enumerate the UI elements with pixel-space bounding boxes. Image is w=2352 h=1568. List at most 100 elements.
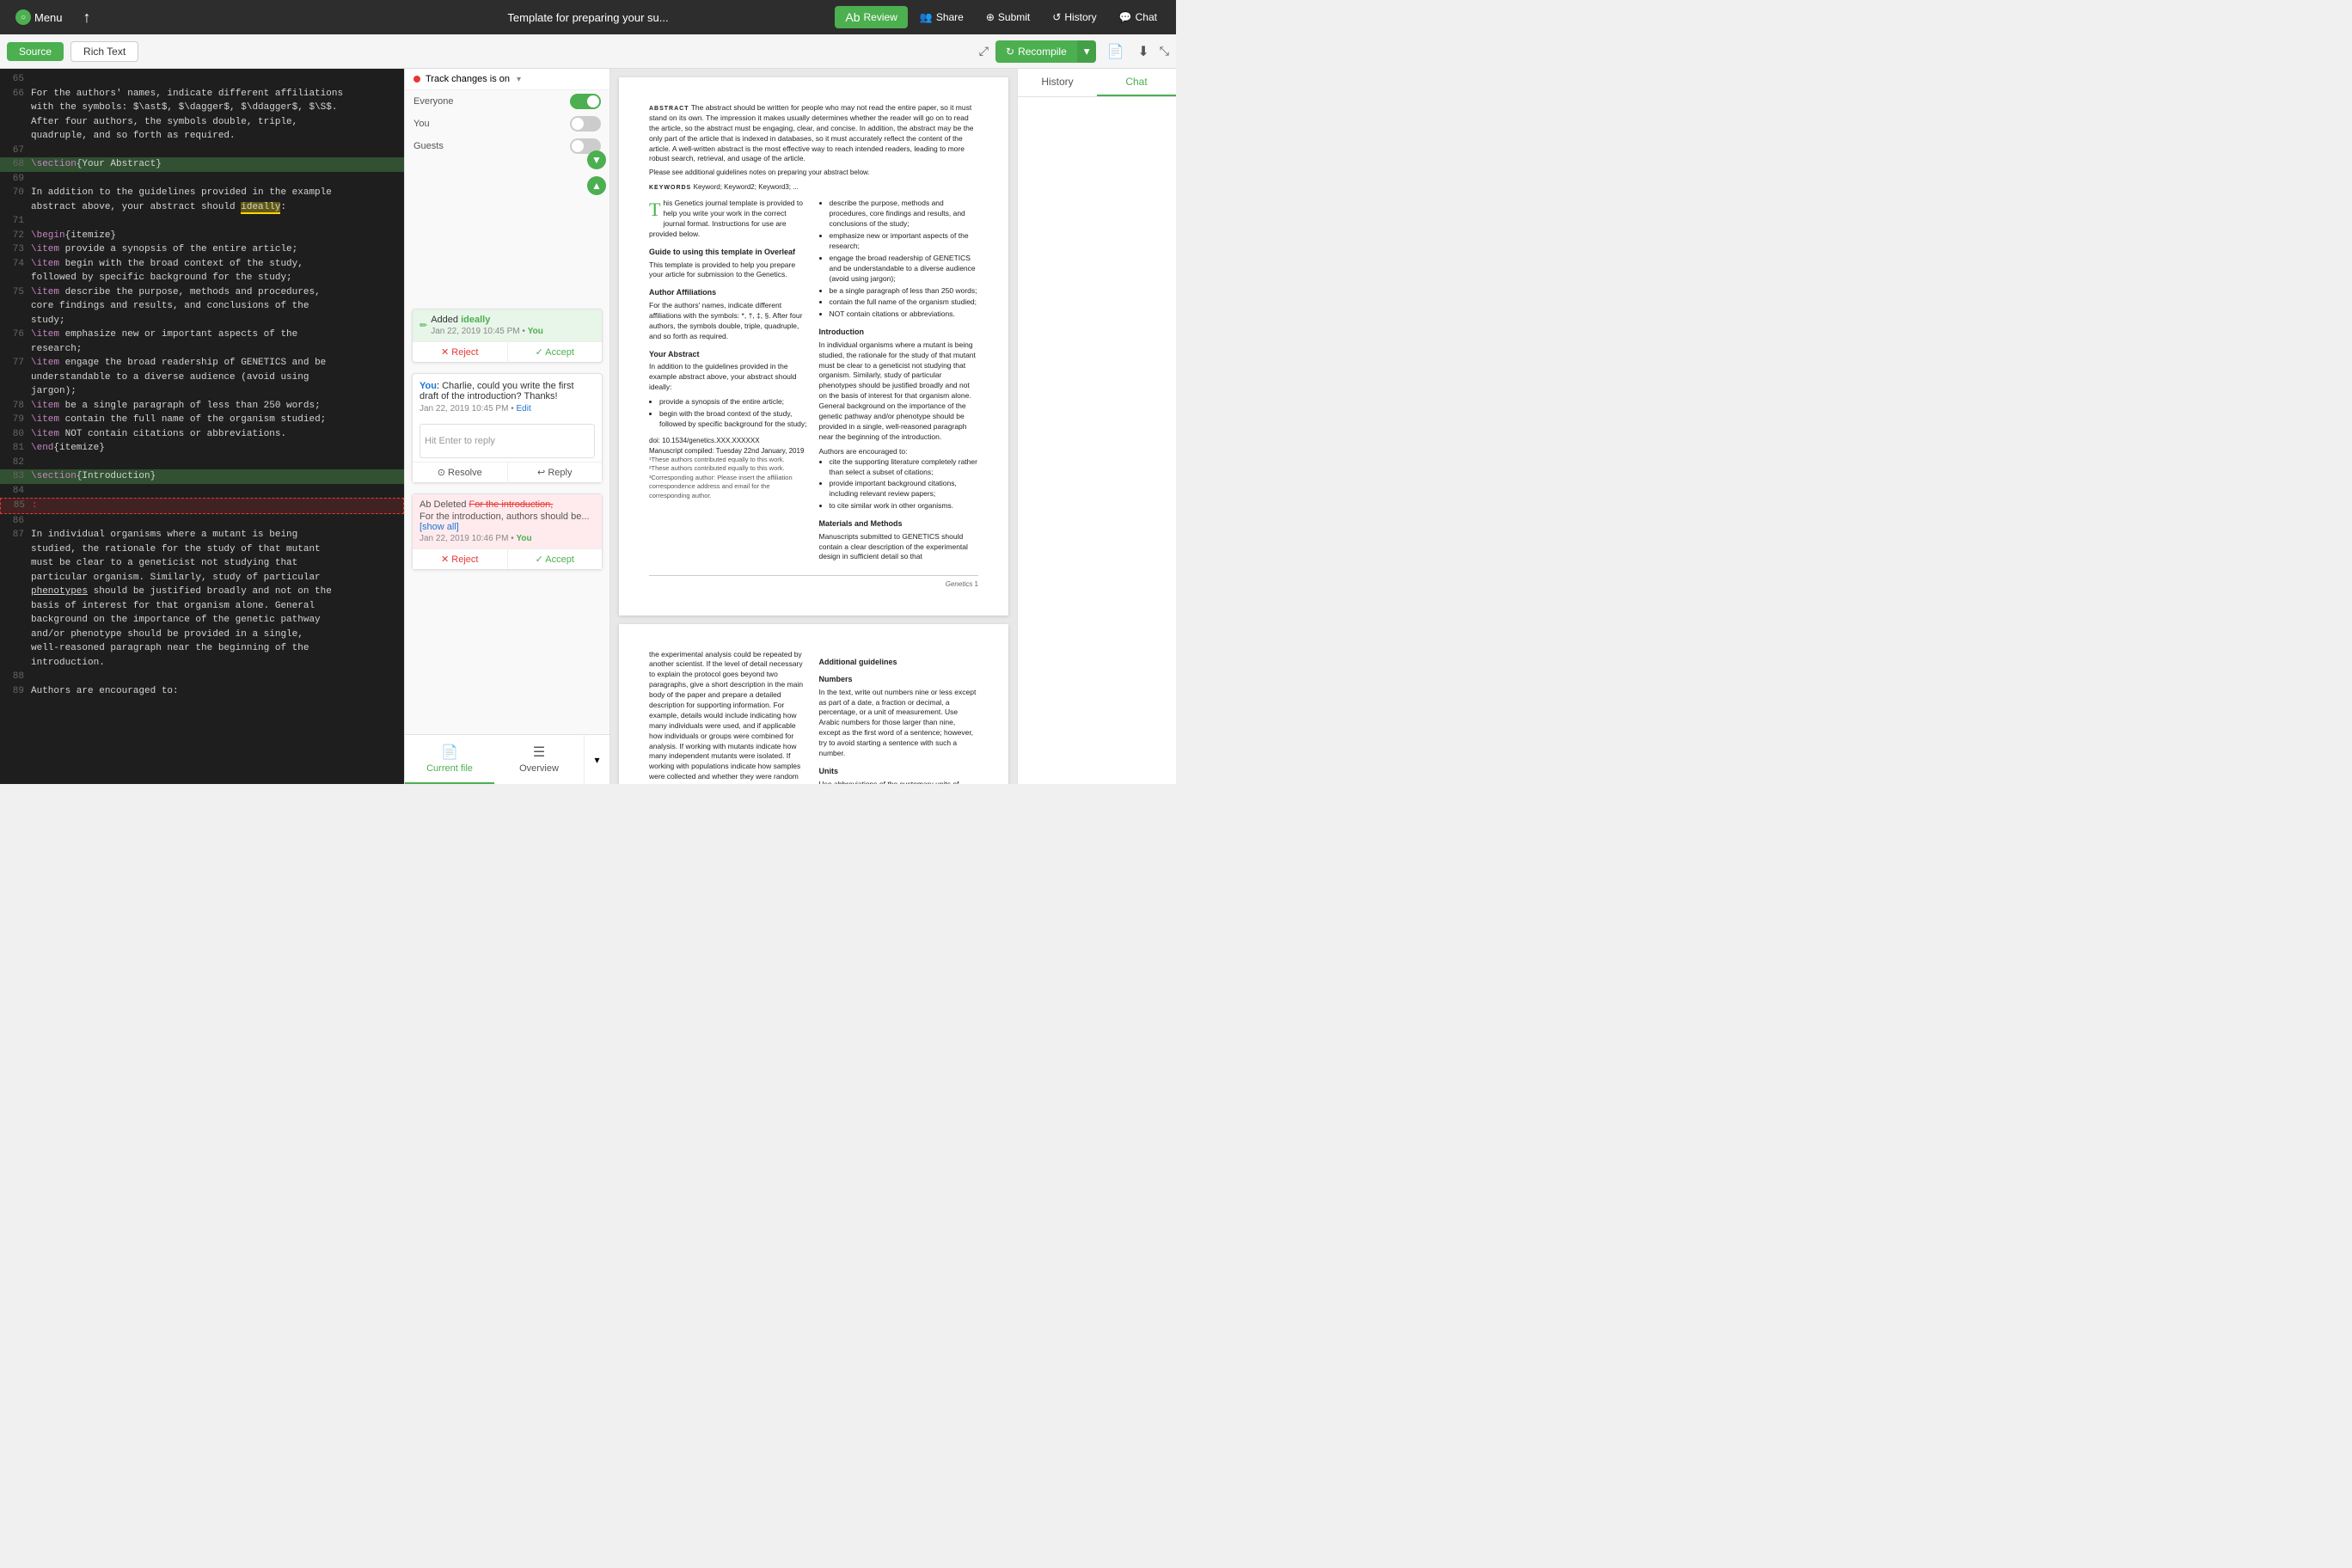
reject-button[interactable]: ✕ Reject bbox=[413, 342, 508, 362]
edit-link[interactable]: Edit bbox=[516, 404, 530, 413]
editor-line: After four authors, the symbols double, … bbox=[0, 115, 404, 130]
editor-line: 82 bbox=[0, 456, 404, 470]
editor-line: 79 \item contain the full name of the or… bbox=[0, 413, 404, 427]
abstract-section: ABSTRACT The abstract should be written … bbox=[649, 103, 978, 192]
prev-comment-button[interactable]: ▲ bbox=[587, 176, 606, 195]
editor-line: 76 \item emphasize new or important aspe… bbox=[0, 328, 404, 342]
editor-content[interactable]: 65 66 For the authors' names, indicate d… bbox=[0, 69, 404, 784]
editor-line: 81 \end{itemize} bbox=[0, 441, 404, 456]
submit-icon: ⊕ bbox=[986, 11, 995, 23]
history-icon: ↺ bbox=[1052, 11, 1061, 23]
editor-line: studied, the rationale for the study of … bbox=[0, 542, 404, 557]
preview-page-2: the experimental analysis could be repea… bbox=[619, 624, 1008, 784]
current-file-tab[interactable]: 📄 Current file bbox=[405, 735, 494, 784]
source-tab[interactable]: Source bbox=[7, 42, 64, 61]
recompile-dropdown-button[interactable]: ▾ bbox=[1077, 40, 1097, 63]
editor-line: 77 \item engage the broad readership of … bbox=[0, 356, 404, 371]
editor-line: and/or phenotype should be provided in a… bbox=[0, 628, 404, 642]
share-button[interactable]: 👥 Share bbox=[910, 7, 974, 28]
editor-line: 69 bbox=[0, 172, 404, 187]
two-column-section: T his Genetics journal template is provi… bbox=[649, 199, 978, 567]
recompile-icon: ↻ bbox=[1006, 46, 1014, 58]
editor-line: 70 In addition to the guidelines provide… bbox=[0, 186, 404, 200]
comment-header: ✏ Added ideally Jan 22, 2019 10:45 PM • … bbox=[413, 309, 602, 341]
guests-label: Guests bbox=[413, 141, 444, 151]
tab-history[interactable]: History bbox=[1018, 69, 1097, 96]
preview-panel[interactable]: ABSTRACT The abstract should be written … bbox=[610, 69, 1017, 784]
collapse-preview-button[interactable]: ⤡ bbox=[1160, 44, 1169, 58]
reply-button[interactable]: ↩ Reply bbox=[508, 462, 603, 482]
you-row: You bbox=[405, 113, 609, 135]
menu-label: Menu bbox=[34, 11, 63, 24]
deleted-comment-card: Ab Deleted For the introduction, For the… bbox=[412, 493, 603, 570]
editor-line: 75 \item describe the purpose, methods a… bbox=[0, 285, 404, 300]
you-toggle[interactable] bbox=[570, 116, 601, 132]
accept-button[interactable]: ✓ Accept bbox=[508, 342, 603, 362]
back-icon[interactable]: ↑ bbox=[83, 9, 91, 27]
left-arrow bbox=[404, 236, 405, 250]
pencil-icon: ✏ bbox=[420, 320, 427, 331]
track-changes-label: Track changes is on bbox=[426, 74, 510, 84]
menu-button[interactable]: ○ Menu bbox=[9, 6, 70, 28]
editor-line: 67 bbox=[0, 144, 404, 158]
history-button[interactable]: ↺ History bbox=[1042, 7, 1106, 28]
editor-line: 74 \item begin with the broad context of… bbox=[0, 257, 404, 272]
comment-content: Added ideally Jan 22, 2019 10:45 PM • Yo… bbox=[431, 315, 543, 336]
comment-actions: ✕ Reject ✓ Accept bbox=[413, 341, 602, 362]
comment-card-added-ideally: ✏ Added ideally Jan 22, 2019 10:45 PM • … bbox=[412, 309, 603, 363]
expand-editor-button[interactable]: ⤢ bbox=[979, 44, 989, 58]
everyone-row: Everyone bbox=[405, 90, 609, 113]
recompile-button[interactable]: ↻ Recompile bbox=[995, 40, 1077, 63]
main-content: 65 66 For the authors' names, indicate d… bbox=[0, 69, 1176, 784]
more-options[interactable]: ▾ bbox=[584, 735, 609, 784]
tab-chat[interactable]: Chat bbox=[1097, 69, 1176, 96]
secondbar: Source Rich Text ⤢ ↻ Recompile ▾ 📄 ⬇ ⤡ bbox=[0, 34, 1176, 69]
review-icon: Ab bbox=[845, 10, 860, 24]
editor-line: followed by specific background for the … bbox=[0, 271, 404, 285]
file-tab-icon: 📄 bbox=[441, 744, 458, 761]
rich-text-tab[interactable]: Rich Text bbox=[70, 41, 138, 62]
accept-deleted-button[interactable]: ✓ Accept bbox=[508, 549, 603, 569]
submit-button[interactable]: ⊕ Submit bbox=[976, 7, 1040, 28]
reply-input-area[interactable]: Hit Enter to reply bbox=[420, 424, 595, 458]
deleted-header: Ab Deleted For the introduction, For the… bbox=[413, 494, 602, 548]
resolve-button[interactable]: ⊙ Resolve bbox=[413, 462, 508, 482]
chat-button[interactable]: 💬 Chat bbox=[1109, 7, 1167, 28]
download-icon-button[interactable]: ⬇ bbox=[1134, 40, 1152, 64]
message-header: You: Charlie, could you write the first … bbox=[413, 374, 602, 420]
page-title: Template for preparing your su... bbox=[507, 11, 668, 24]
share-icon: 👥 bbox=[920, 11, 933, 23]
editor-line: 88 bbox=[0, 670, 404, 684]
page-number: Genetics 1 bbox=[649, 575, 978, 589]
editor-line: 71 bbox=[0, 214, 404, 229]
editor-line: well-reasoned paragraph near the beginni… bbox=[0, 641, 404, 656]
editor-line: 80 \item NOT contain citations or abbrev… bbox=[0, 427, 404, 442]
show-all-link[interactable]: [show all] bbox=[420, 522, 459, 532]
editor-line: 72 \begin{itemize} bbox=[0, 229, 404, 243]
file-icon-button[interactable]: 📄 bbox=[1103, 40, 1127, 64]
editor-line: core findings and results, and conclusio… bbox=[0, 299, 404, 314]
next-comment-button[interactable]: ▼ bbox=[587, 150, 606, 169]
editor-line: basis of interest for that organism alon… bbox=[0, 599, 404, 614]
editor-line: 87 In individual organisms where a mutan… bbox=[0, 528, 404, 542]
overview-tab[interactable]: ☰ Overview bbox=[494, 735, 584, 784]
message-card: You: Charlie, could you write the first … bbox=[412, 373, 603, 483]
editor-line: with the symbols: $\ast$, $\dagger$, $\d… bbox=[0, 101, 404, 115]
editor-line: understandable to a diverse audience (av… bbox=[0, 371, 404, 385]
editor-panel[interactable]: 65 66 For the authors' names, indicate d… bbox=[0, 69, 404, 784]
editor-line: 73 \item provide a synopsis of the entir… bbox=[0, 242, 404, 257]
review-button[interactable]: Ab Review bbox=[835, 6, 907, 28]
editor-line: jargon); bbox=[0, 384, 404, 399]
editor-line: 78 \item be a single paragraph of less t… bbox=[0, 399, 404, 413]
track-changes-dropdown[interactable]: ▾ bbox=[517, 75, 521, 84]
editor-line: background on the importance of the gene… bbox=[0, 613, 404, 628]
topbar-actions: Ab Review 👥 Share ⊕ Submit ↺ History 💬 C… bbox=[835, 6, 1167, 28]
reject-deleted-button[interactable]: ✕ Reject bbox=[413, 549, 508, 569]
editor-line: 68 \section{Your Abstract} bbox=[0, 157, 404, 172]
editor-line: quadruple, and so forth as required. bbox=[0, 129, 404, 144]
overview-tab-icon: ☰ bbox=[533, 744, 545, 761]
editor-line: phenotypes should be justified broadly a… bbox=[0, 585, 404, 599]
everyone-toggle[interactable] bbox=[570, 94, 601, 109]
chevron-down-icon: ▾ bbox=[594, 754, 599, 766]
editor-line: 65 bbox=[0, 72, 404, 87]
